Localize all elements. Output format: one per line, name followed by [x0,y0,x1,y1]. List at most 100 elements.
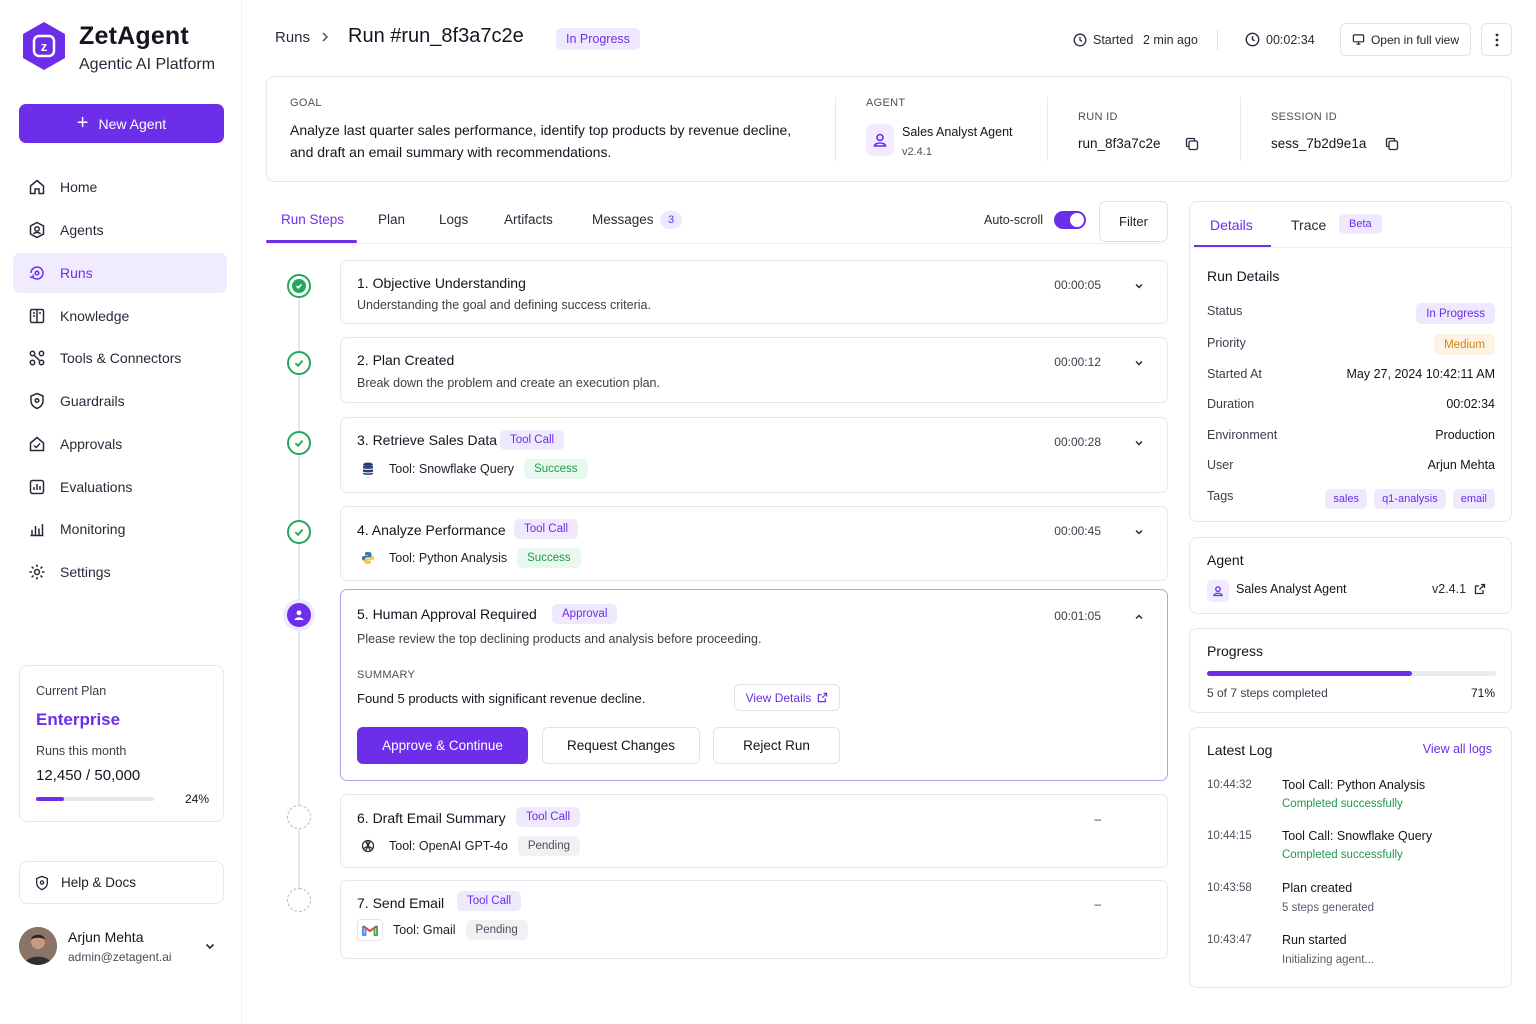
chevron-down-icon[interactable] [1133,357,1145,369]
timer-icon [1245,32,1260,47]
approvals-icon [28,435,46,453]
sidebar-item-home[interactable]: Home [13,167,227,207]
chevron-down-icon[interactable] [1133,437,1145,449]
sidebar-item-knowledge[interactable]: Knowledge [13,296,227,336]
filter-label: Filter [1119,214,1148,229]
step-card-active[interactable]: 5. Human Approval Required Approval Plea… [340,589,1168,781]
python-icon [357,551,379,565]
step-card[interactable]: 7. Send Email Tool Call Tool: Gmail Pend… [340,880,1168,959]
tabs-divider [1190,247,1511,248]
tags-list: sales q1-analysis email [1325,489,1495,509]
copy-icon[interactable] [1185,137,1199,151]
progress-text: 5 of 7 steps completed [1207,686,1328,700]
started-at-label: Started At [1207,367,1262,381]
tab-logs[interactable]: Logs [439,212,468,227]
tag-chip[interactable]: email [1452,489,1495,509]
tool-status-badge: Success [524,459,588,479]
svg-text:z: z [41,39,48,54]
step-card[interactable]: 4. Analyze Performance Tool Call Tool: P… [340,506,1168,581]
log-subtitle: Initializing agent... [1282,954,1375,966]
messages-count-badge: 3 [660,211,682,229]
sidebar-item-guardrails[interactable]: Guardrails [13,381,227,421]
chevron-down-icon[interactable] [1133,280,1145,292]
agent-avatar-icon [866,124,894,156]
plan-usage-bar [36,797,154,801]
plan-usage-fill [36,797,65,801]
tag-chip[interactable]: q1-analysis [1374,489,1446,509]
breadcrumb-runs[interactable]: Runs [275,29,310,46]
chevron-down-icon[interactable] [1133,526,1145,538]
sidebar-item-label: Home [60,179,98,195]
plus-icon: + [76,111,89,134]
tab-trace[interactable]: Trace [1291,217,1326,233]
new-agent-button[interactable]: + New Agent [19,104,224,143]
tab-messages[interactable]: Messages [592,212,654,227]
open-full-view-label: Open in full view [1370,32,1460,47]
started-at-value: May 27, 2024 10:42:11 AM [1346,367,1495,381]
tab-details[interactable]: Details [1210,217,1253,233]
step-card[interactable]: 2. Plan Created Break down the problem a… [340,337,1168,403]
evaluations-icon [28,478,46,496]
log-title[interactable]: Plan created [1282,881,1352,895]
latest-log-title: Latest Log [1207,742,1273,758]
filter-button[interactable]: Filter [1099,201,1168,242]
plan-usage-percent: 24% [185,792,210,806]
agent-card-name[interactable]: Sales Analyst Agent [1236,582,1347,596]
step-duration: 00:00:28 [1054,435,1101,449]
priority-label: Priority [1207,336,1246,350]
step-card[interactable]: 6. Draft Email Summary Tool Call Tool: O… [340,794,1168,868]
log-title[interactable]: Tool Call: Python Analysis [1282,778,1425,792]
tab-run-steps[interactable]: Run Steps [281,212,344,227]
progress-fill [1207,671,1413,676]
step-title: 3. Retrieve Sales Data [357,432,498,448]
sidebar-item-label: Agents [60,222,104,238]
book-icon [28,307,46,325]
view-details-button[interactable]: View Details [734,684,840,711]
beta-badge: Beta [1339,214,1382,234]
tool-call-badge: Tool Call [457,891,522,911]
tab-plan[interactable]: Plan [378,212,405,227]
step-duration: – [1094,812,1101,826]
latest-log-card: Latest Log View all logs 10:44:32 Tool C… [1189,727,1512,988]
copy-icon[interactable] [1385,137,1399,151]
chevron-down-icon[interactable] [204,940,216,952]
sidebar-item-agents[interactable]: Agents [13,210,227,250]
tool-call-badge: Tool Call [514,519,579,539]
progress-title: Progress [1207,643,1264,659]
snowflake-database-icon [357,462,379,476]
approve-continue-button[interactable]: Approve & Continue [357,727,528,764]
sidebar-item-approvals[interactable]: Approvals [13,424,227,464]
external-link-icon[interactable] [1474,583,1486,595]
tool-name: Tool: Gmail [393,923,456,937]
view-all-logs-link[interactable]: View all logs [1423,742,1492,756]
sidebar-item-runs[interactable]: Runs [13,253,227,293]
summary-text: Found 5 products with significant revenu… [357,691,646,706]
open-full-view-button[interactable]: Open in full view [1340,23,1471,56]
external-link-icon [817,692,828,703]
goal-divider [1240,97,1241,161]
runs-icon [28,264,46,282]
request-changes-button[interactable]: Request Changes [542,727,700,764]
sidebar-item-evaluations[interactable]: Evaluations [13,467,227,507]
agent-name[interactable]: Sales Analyst Agent [902,125,1013,139]
sidebar-item-monitoring[interactable]: Monitoring [13,509,227,549]
monitor-icon [1352,33,1365,46]
step-card[interactable]: 3. Retrieve Sales Data Tool Call Tool: S… [340,417,1168,493]
approval-badge: Approval [552,604,618,624]
sidebar-item-label: Evaluations [60,479,133,495]
chevron-up-icon[interactable] [1133,611,1145,623]
sidebar-item-settings[interactable]: Settings [13,552,227,592]
sidebar-item-tools-connectors[interactable]: Tools & Connectors [13,338,227,378]
more-options-button[interactable] [1481,23,1512,56]
tab-artifacts[interactable]: Artifacts [504,212,553,227]
avatar[interactable] [19,927,57,965]
log-title[interactable]: Tool Call: Snowflake Query [1282,829,1432,843]
reject-run-button[interactable]: Reject Run [713,727,840,764]
step-card[interactable]: 1. Objective Understanding Understanding… [340,260,1168,324]
tool-status-badge: Success [517,548,581,568]
tag-chip[interactable]: sales [1325,489,1368,509]
step-title: 4. Analyze Performance [357,522,506,538]
log-title[interactable]: Run started [1282,933,1347,947]
help-docs-button[interactable]: Help & Docs [19,861,224,904]
autoscroll-toggle[interactable] [1054,211,1086,229]
